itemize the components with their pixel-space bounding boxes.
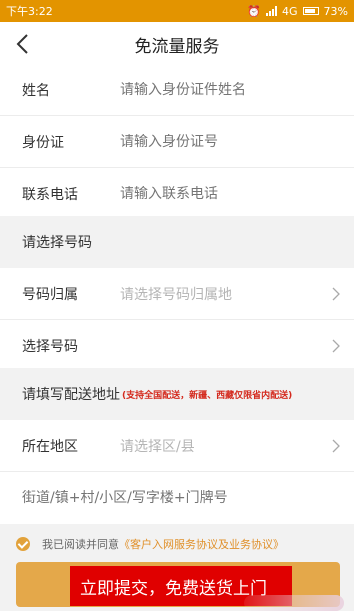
agree-checkbox[interactable] <box>16 537 30 551</box>
address-section-header: 请填写配送地址 (支持全国配送，新疆、西藏仅限省内配送) <box>0 368 354 420</box>
number-section-title: 请选择号码 <box>22 235 92 251</box>
submit-label: 立即提交，免费送货上门 <box>80 579 267 598</box>
watermark-blur <box>244 595 344 611</box>
back-arrow-icon[interactable] <box>14 32 34 56</box>
status-time: 下午3:22 <box>6 5 53 18</box>
status-icons: ⏰ 4G 73% <box>247 5 348 18</box>
region-row[interactable]: 所在地区 请选择区/县 <box>0 420 354 472</box>
address-section-title: 请填写配送地址 <box>22 387 120 403</box>
id-card-input[interactable] <box>120 133 332 150</box>
alarm-icon: ⏰ <box>247 4 262 18</box>
chevron-right-icon <box>332 339 340 353</box>
number-section-header: 请选择号码 <box>0 216 354 268</box>
agreement-row: 我已阅读并同意 《客户入网服务协议及业务协议》 <box>0 529 354 559</box>
select-number-label: 选择号码 <box>22 339 78 355</box>
region-placeholder: 请选择区/县 <box>120 438 195 455</box>
agreement-link[interactable]: 《客户入网服务协议及业务协议》 <box>119 536 284 552</box>
nav-bar: 免流量服务 <box>0 22 354 66</box>
agreement-text: 我已阅读并同意 <box>42 538 119 551</box>
phone-input[interactable] <box>120 186 332 202</box>
id-card-row: 身份证 <box>0 116 354 168</box>
signal-icon <box>266 6 278 16</box>
street-address-input[interactable] <box>22 490 332 506</box>
region-label: 所在地区 <box>22 438 78 455</box>
status-bar: 下午3:22 ⏰ 4G 73% <box>0 0 354 22</box>
personal-info-group: 姓名 身份证 联系电话 <box>0 64 354 220</box>
battery-level: 73% <box>323 4 348 18</box>
number-region-row[interactable]: 号码归属 请选择号码归属地 <box>0 268 354 320</box>
page-title: 免流量服务 <box>134 36 220 57</box>
phone-row: 联系电话 <box>0 168 354 220</box>
name-input[interactable] <box>120 81 332 98</box>
number-region-label: 号码归属 <box>22 286 78 303</box>
id-card-label: 身份证 <box>22 134 64 151</box>
name-row: 姓名 <box>0 64 354 116</box>
address-group: 所在地区 请选择区/县 <box>0 420 354 524</box>
street-row <box>0 472 354 524</box>
number-group: 号码归属 请选择号码归属地 选择号码 <box>0 268 354 372</box>
name-label: 姓名 <box>22 82 50 99</box>
delivery-note: (支持全国配送，新疆、西藏仅限省内配送) <box>122 390 293 401</box>
chevron-right-icon <box>332 287 340 301</box>
phone-label: 联系电话 <box>22 187 78 203</box>
network-type: 4G <box>282 4 298 18</box>
select-number-row[interactable]: 选择号码 <box>0 320 354 372</box>
chevron-right-icon <box>332 439 340 453</box>
number-region-placeholder: 请选择号码归属地 <box>120 286 232 303</box>
battery-icon <box>302 7 319 15</box>
